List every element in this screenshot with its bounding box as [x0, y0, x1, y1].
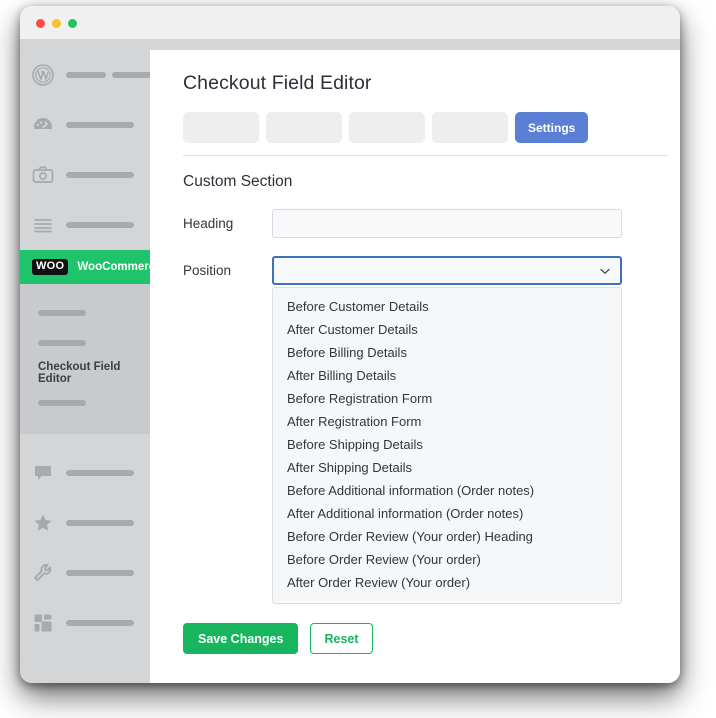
submenu-placeholder-item[interactable] — [20, 388, 150, 418]
position-field-label: Position — [183, 263, 232, 278]
close-window-button[interactable] — [36, 19, 45, 28]
app-window: WOO WooCommerce Checkout Field Editor Ch… — [20, 6, 680, 683]
sidebar-item-favorites[interactable] — [20, 498, 150, 548]
sidebar-placeholder-bars — [66, 72, 152, 78]
grid-plugins-icon — [30, 610, 56, 636]
sidebar-placeholder-bars — [66, 520, 134, 526]
tab-bar: Settings — [183, 112, 680, 143]
sidebar-item-wordpress[interactable] — [20, 50, 152, 100]
position-select[interactable] — [272, 256, 622, 285]
position-option[interactable]: Before Billing Details — [273, 341, 621, 364]
sidebar-item-pages[interactable] — [20, 200, 150, 250]
star-icon — [30, 510, 56, 536]
sidebar-placeholder-bars — [66, 122, 134, 128]
position-option[interactable]: Before Additional information (Order not… — [273, 479, 621, 502]
position-option[interactable]: After Customer Details — [273, 318, 621, 341]
position-option[interactable]: After Registration Form — [273, 410, 621, 433]
pages-list-icon — [30, 212, 56, 238]
reset-button[interactable]: Reset — [310, 623, 373, 654]
position-field-row: Position Before Customer Details After Cu… — [183, 256, 680, 604]
wordpress-logo-icon — [30, 62, 56, 88]
position-option[interactable]: Before Customer Details — [273, 295, 621, 318]
tab-placeholder-3[interactable] — [349, 112, 425, 143]
sidebar-placeholder-bars — [66, 172, 134, 178]
position-option[interactable]: Before Order Review (Your order) Heading — [273, 525, 621, 548]
sidebar-item-tools[interactable] — [20, 548, 150, 598]
position-option[interactable]: After Billing Details — [273, 364, 621, 387]
tab-settings[interactable]: Settings — [515, 112, 589, 143]
heading-input[interactable] — [272, 209, 622, 238]
position-option[interactable]: After Additional information (Order note… — [273, 502, 621, 525]
woocommerce-logo-icon: WOO — [32, 259, 69, 275]
sidebar-placeholder-bars — [66, 620, 134, 626]
window-titlebar — [20, 6, 680, 39]
save-changes-button[interactable]: Save Changes — [183, 623, 299, 654]
position-option[interactable]: After Shipping Details — [273, 456, 621, 479]
page-title: Checkout Field Editor — [183, 72, 372, 94]
tab-placeholder-2[interactable] — [266, 112, 342, 143]
sidebar-item-checkout-field-editor[interactable]: Checkout Field Editor — [20, 358, 150, 388]
sidebar-item-media[interactable] — [20, 150, 150, 200]
position-option[interactable]: Before Shipping Details — [273, 433, 621, 456]
sidebar-item-plugins[interactable] — [20, 598, 150, 648]
form-actions: Save Changes Reset — [183, 623, 373, 654]
submenu-placeholder-item[interactable] — [20, 298, 150, 328]
content-divider — [183, 155, 668, 156]
tab-placeholder-4[interactable] — [432, 112, 508, 143]
sidebar-item-label-woocommerce: WooCommerce — [77, 261, 162, 273]
sidebar-submenu: Checkout Field Editor — [20, 284, 150, 434]
dashboard-gauge-icon — [30, 112, 56, 138]
sidebar-item-dashboard[interactable] — [20, 100, 150, 150]
sidebar-placeholder-bars — [66, 470, 134, 476]
minimize-window-button[interactable] — [52, 19, 61, 28]
tab-placeholder-1[interactable] — [183, 112, 259, 143]
section-title: Custom Section — [183, 173, 293, 190]
main-content: Checkout Field Editor Settings Custom Se… — [150, 50, 680, 683]
sidebar-placeholder-bars — [66, 222, 134, 228]
position-select-wrapper: Before Customer Details After Customer De… — [272, 256, 622, 604]
camera-media-icon — [30, 162, 56, 188]
position-option[interactable]: Before Registration Form — [273, 387, 621, 410]
submenu-placeholder-item[interactable] — [20, 328, 150, 358]
sidebar-item-woocommerce[interactable]: WOO WooCommerce — [20, 250, 162, 284]
comment-bubble-icon — [30, 460, 56, 486]
sidebar-item-comments[interactable] — [20, 448, 150, 498]
heading-field-label: Heading — [183, 216, 234, 231]
heading-field-row: Heading — [183, 209, 680, 238]
position-dropdown-list[interactable]: Before Customer Details After Customer De… — [272, 287, 622, 604]
position-option[interactable]: Before Order Review (Your order) — [273, 548, 621, 571]
maximize-window-button[interactable] — [68, 19, 77, 28]
screenshot-root: WOO WooCommerce Checkout Field Editor Ch… — [0, 0, 716, 718]
window-toolbar-strip — [20, 39, 680, 50]
position-option[interactable]: After Order Review (Your order) — [273, 571, 621, 594]
sidebar-placeholder-bars — [66, 570, 134, 576]
wrench-icon — [30, 560, 56, 586]
admin-sidebar: WOO WooCommerce Checkout Field Editor — [20, 50, 162, 683]
chevron-down-icon — [598, 264, 612, 278]
